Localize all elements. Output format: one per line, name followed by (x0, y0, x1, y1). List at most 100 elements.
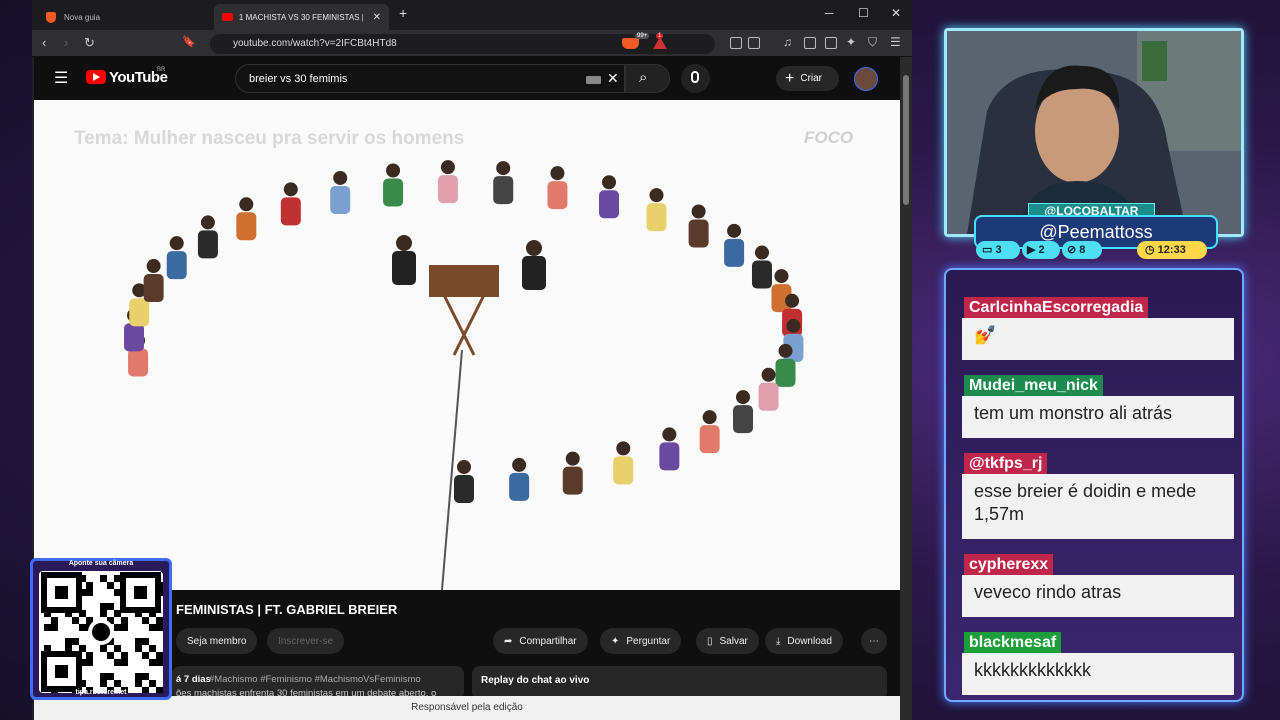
stat-link: ⊘ 8 (1062, 241, 1102, 259)
stat-video: ▶ 2 (1022, 241, 1060, 259)
chat-username: CarlcinhaEscorregadia (964, 297, 1149, 319)
chat-message-text: veveco rindo atras (974, 582, 1122, 602)
video-title: FEMINISTAS | FT. GABRIEL BREIER (176, 602, 398, 617)
save-label: Salvar (719, 635, 748, 647)
join-button[interactable]: Seja membro (176, 628, 258, 654)
create-label: Criar (800, 73, 823, 84)
search-text: breier vs 30 femimis (249, 73, 348, 85)
plus-icon: + (785, 69, 795, 87)
tab-label: Nova guia (64, 12, 101, 22)
microphone-icon (691, 71, 699, 83)
youtube-favicon-icon (222, 13, 233, 21)
url-text: youtube.com/watch?v=2IFCBt4HTd8 (233, 38, 397, 49)
chat-message-text: tem um monstro ali atrás (974, 403, 1173, 423)
search-input[interactable]: breier vs 30 femimis ✕ (235, 64, 625, 93)
clock-icon: ◷ (1145, 244, 1155, 256)
editor-credit: Responsável pela edição (411, 702, 523, 713)
wallet-icon[interactable] (825, 37, 837, 49)
streamer-handle: @Peemattoss (1039, 222, 1153, 242)
stat-link-value: 8 (1079, 244, 1086, 256)
brave-shield-icon[interactable] (622, 38, 639, 49)
qr-code-panel: Aponte sua câmera tipa.rbstore.net (30, 558, 172, 700)
chat-username: Mudei_meu_nick (964, 375, 1103, 397)
keyboard-icon[interactable] (586, 76, 601, 84)
ask-button[interactable]: ✦ Perguntar (600, 628, 682, 654)
subscribe-button[interactable]: Inscrever-se (267, 628, 345, 654)
scrollbar-thumb[interactable] (903, 75, 909, 205)
maximize-icon[interactable]: ☐ (858, 6, 869, 20)
youtube-header: ☰ YouTube BR breier vs 30 femimis ✕ ⌕ + … (34, 57, 900, 100)
subscribe-label: Inscrever-se (278, 635, 334, 647)
youtube-logo-icon[interactable] (86, 70, 106, 84)
sidebar-icon[interactable] (804, 37, 816, 49)
close-tab-icon[interactable]: ✕ (373, 12, 381, 23)
back-icon[interactable]: ‹ (42, 35, 46, 50)
upload-date: á 7 dias (176, 674, 211, 685)
chat-username: blackmesaf (964, 632, 1062, 654)
shield-count-badge: 99+ (635, 33, 650, 39)
download-label: Download (787, 635, 832, 647)
address-toolbar: ‹ › ↻ 🔖 youtube.com/watch?v=2IFCBt4HTd8 … (32, 30, 912, 57)
description-box[interactable]: á 7 dias #Machismo #Feminismo #MachismoV… (172, 666, 464, 700)
search-icon: ⌕ (639, 69, 648, 86)
save-button[interactable]: ▯ Salvar (696, 628, 759, 654)
channel-watermark: FOCO (804, 128, 854, 147)
clear-search-icon[interactable]: ✕ (607, 70, 619, 87)
video-player[interactable]: Tema: Mulher nasceu pra servir os homens… (34, 100, 900, 590)
chat-message: tem um monstro ali atrás (962, 396, 1234, 438)
qr-caption-top: Aponte sua câmera (68, 560, 134, 567)
forward-icon[interactable]: › (64, 35, 68, 50)
sparkle-icon: ✦ (611, 635, 620, 647)
region-code: BR (157, 67, 166, 73)
share-icon: ➦ (504, 635, 513, 647)
debate-topic-overlay: Tema: Mulher nasceu pra servir os homens (74, 128, 465, 149)
minimize-icon[interactable]: ─ (825, 6, 834, 20)
chat-message: 💅 (962, 318, 1234, 360)
stat-video-value: 2 (1038, 244, 1045, 256)
chat-replay-panel[interactable]: Replay do chat ao vivo (472, 666, 887, 700)
reload-icon[interactable]: ↻ (84, 35, 95, 51)
chat-message: kkkkkkkkkkkkk (962, 653, 1234, 695)
new-tab-icon[interactable]: + (399, 5, 407, 21)
tab-bar: Nova guia 1 MACHISTA VS 30 FEMINISTAS | … (32, 0, 912, 30)
voice-search-button[interactable] (681, 64, 710, 93)
share-label: Compartilhar (519, 635, 577, 647)
chat-message-text: kkkkkkkkkkkkk (974, 660, 1091, 680)
video-frame-illustration (124, 160, 804, 590)
music-icon[interactable]: ♫ (783, 35, 792, 49)
more-actions-button[interactable]: ⋯ (861, 628, 887, 654)
create-button[interactable]: + Criar (776, 66, 839, 91)
stat-chat: ▭ 3 (976, 241, 1020, 259)
link-icon: ⊘ (1067, 244, 1077, 256)
chat-icon: ▭ (982, 244, 993, 256)
search-button[interactable]: ⌕ (625, 64, 670, 93)
avatar[interactable] (854, 67, 878, 91)
download-icon: ⤓ (776, 635, 781, 647)
share-button[interactable]: ➦ Compartilhar (493, 628, 588, 654)
scrollbar[interactable] (900, 57, 912, 720)
chat-replay-label: Replay do chat ao vivo (481, 675, 590, 686)
stream-time: 12:33 (1157, 244, 1186, 256)
chat-message-text: 💅 (974, 325, 997, 345)
tab-video[interactable]: 1 MACHISTA VS 30 FEMINISTAS | FT. G ✕ (214, 4, 389, 30)
qr-code-image (39, 571, 163, 694)
extensions-icon[interactable] (730, 37, 742, 49)
download-button[interactable]: ⤓ Download (765, 628, 843, 654)
tab-new[interactable]: Nova guia (38, 4, 208, 30)
chat-username: @tkfps_rj (964, 453, 1048, 475)
menu-icon[interactable]: ☰ (890, 35, 901, 49)
brave-icon (46, 11, 56, 23)
bookmark-icon[interactable]: 🔖 (182, 35, 196, 48)
close-window-icon[interactable]: ✕ (891, 6, 901, 20)
screenshot-icon[interactable] (748, 37, 760, 49)
leo-ai-icon[interactable]: ✦ (846, 35, 856, 49)
stream-clock: ◷ 12:33 (1137, 241, 1207, 259)
chat-username: cypherexx (964, 554, 1054, 576)
more-icon: ⋯ (869, 635, 879, 647)
vpn-icon[interactable]: ⛉ (868, 35, 877, 50)
video-icon: ▶ (1027, 244, 1036, 256)
hashtags: #Machismo #Feminismo #MachismoVsFeminism… (209, 674, 421, 685)
hamburger-icon[interactable]: ☰ (54, 68, 68, 88)
join-label: Seja membro (187, 635, 247, 647)
stat-chat-value: 3 (995, 244, 1002, 256)
